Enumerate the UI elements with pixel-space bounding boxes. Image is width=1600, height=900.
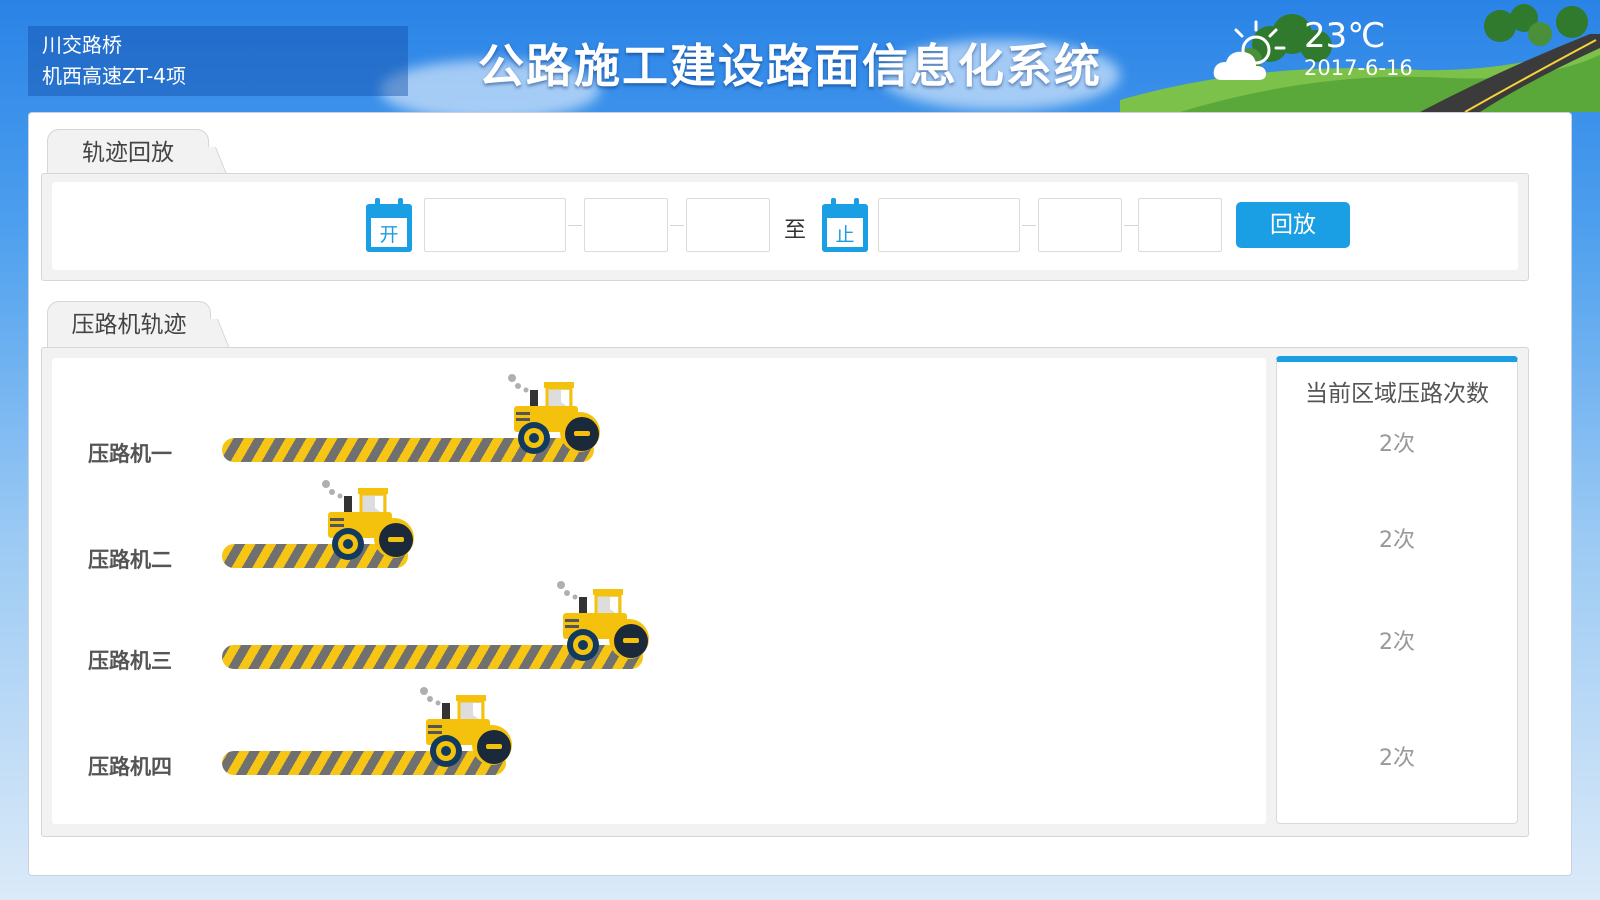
roller-name: 压路机四	[88, 755, 172, 779]
road-roller-icon	[557, 581, 649, 661]
temperature: 23℃	[1304, 16, 1386, 56]
roller-track-section: 压路机一 压路机二 压路机三 压路机四 当前区域压路次数 2次 2次 2次 2次	[41, 347, 1529, 837]
end-date-input[interactable]	[878, 198, 1020, 252]
tab-label: 轨迹回放	[82, 140, 174, 166]
replay-button[interactable]: 回放	[1236, 202, 1350, 248]
start-minute-input[interactable]	[686, 198, 770, 252]
header-banner: 川交路桥 机西高速ZT-4项 公路施工建设路面信息化系统 23℃ 2017-6-…	[0, 0, 1600, 112]
end-calendar-icon[interactable]: 止	[820, 196, 870, 254]
roller-name: 压路机二	[88, 548, 172, 572]
roller-name: 压路机三	[88, 649, 172, 673]
road-roller-icon	[420, 687, 512, 767]
tab-label: 压路机轨迹	[71, 312, 187, 338]
end-hour-input[interactable]	[1038, 198, 1122, 252]
road-roller-icon	[322, 480, 414, 560]
start-calendar-icon[interactable]: 开	[364, 196, 414, 254]
tab-roller-trajectory[interactable]: 压路机轨迹	[47, 301, 211, 349]
pass-count-value: 2次	[1379, 528, 1415, 553]
org-name: 川交路桥	[42, 33, 122, 57]
separator	[1124, 225, 1138, 226]
main-panel: 轨迹回放 开 至 止 回放 压路机轨迹 压路机一 压路机二 压路机三 压路机四 …	[28, 112, 1572, 876]
current-date: 2017-6-16	[1304, 56, 1413, 80]
pass-count-value: 2次	[1379, 746, 1415, 771]
end-minute-input[interactable]	[1138, 198, 1222, 252]
start-icon-label: 开	[379, 224, 398, 246]
road-roller-icon	[508, 374, 600, 454]
start-hour-input[interactable]	[584, 198, 668, 252]
tab-trajectory-playback[interactable]: 轨迹回放	[47, 129, 209, 177]
pass-count-title: 当前区域压路次数	[1305, 381, 1489, 407]
playback-section: 开 至 止 回放	[41, 173, 1529, 281]
start-date-input[interactable]	[424, 198, 566, 252]
partly-cloudy-icon	[1213, 20, 1286, 80]
separator	[670, 225, 684, 226]
org-info: 川交路桥 机西高速ZT-4项	[28, 26, 408, 96]
track-area: 压路机一 压路机二 压路机三 压路机四	[52, 358, 1266, 824]
pass-count-value: 2次	[1379, 432, 1415, 457]
separator	[1022, 225, 1036, 226]
project-name: 机西高速ZT-4项	[42, 64, 187, 88]
pass-count-panel: 当前区域压路次数 2次 2次 2次 2次	[1276, 356, 1518, 824]
separator	[568, 225, 582, 226]
roller-name: 压路机一	[88, 442, 172, 466]
to-label: 至	[784, 218, 807, 243]
pass-count-value: 2次	[1379, 630, 1415, 655]
end-icon-label: 止	[835, 224, 854, 246]
playback-form: 开 至 止 回放	[52, 182, 1518, 270]
system-title: 公路施工建设路面信息化系统	[478, 39, 1102, 93]
